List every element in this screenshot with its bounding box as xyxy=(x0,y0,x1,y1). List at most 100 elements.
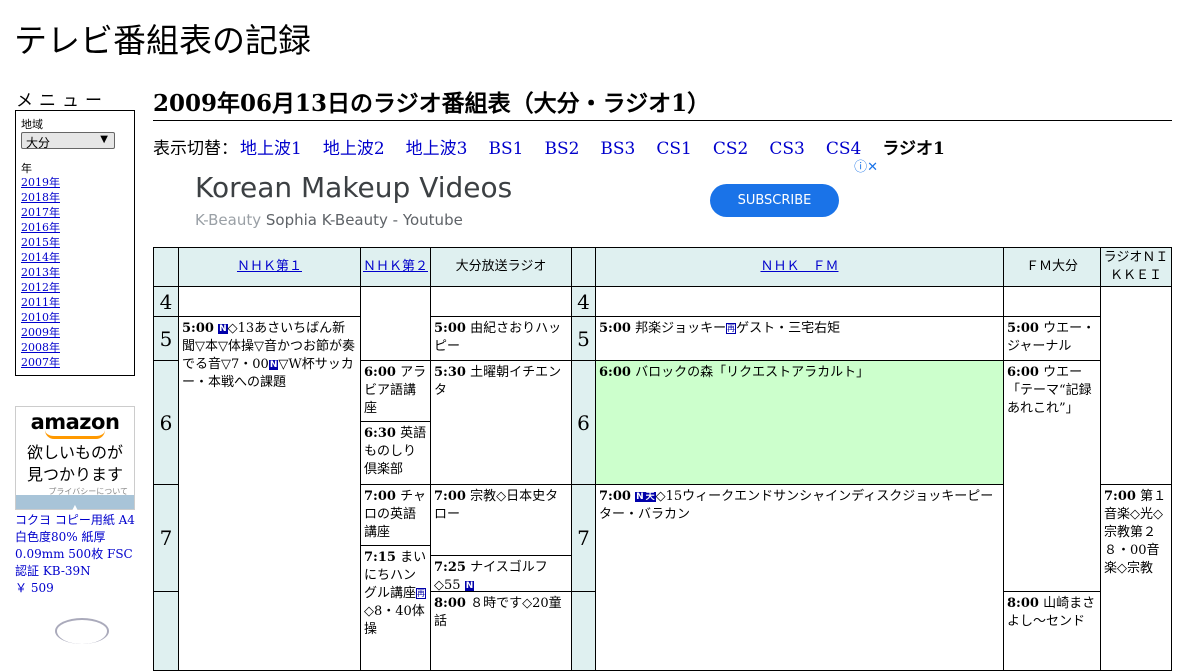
program-cell: 5:00 N◇13あさいちばん新聞▽本▽体操▽音かつお節が奏でる音▽7・00N▽… xyxy=(178,316,361,671)
program-empty xyxy=(1003,286,1101,317)
hour-cell: 5 xyxy=(571,316,596,361)
program-time: 7:25 xyxy=(434,560,466,575)
program-cell: 5:30 土曜朝イチエンタ xyxy=(430,360,572,485)
program-time: 5:00 xyxy=(434,321,466,336)
hour-cell: 7 xyxy=(153,484,179,592)
year-link[interactable]: 2014年 xyxy=(21,251,60,264)
region-value: 大分 xyxy=(26,136,51,150)
hour-cell: 6 xyxy=(153,360,179,485)
hour-cell: 4 xyxy=(153,286,179,317)
year-link[interactable]: 2011年 xyxy=(21,296,60,309)
amazon-tagline-2: 見つかります xyxy=(26,465,123,484)
news-badge-icon: N xyxy=(464,581,475,591)
region-select[interactable]: 大分 ▼ xyxy=(21,132,115,150)
year-link[interactable]: 2012年 xyxy=(21,281,60,294)
corner-cell xyxy=(571,247,596,287)
year-link[interactable]: 2008年 xyxy=(21,341,60,354)
program-cell: 7:15 まいにちハングル講座再◇8・40体操 xyxy=(360,545,431,671)
program-time: 7:15 xyxy=(364,550,396,565)
product-link[interactable]: コクヨ コピー用紙 A4 白色度80% 紙厚 0.09mm 500枚 FSC認証… xyxy=(15,512,139,597)
rerun-badge-icon: 再 xyxy=(726,323,737,334)
program-time: 8:00 xyxy=(1007,596,1039,611)
region-label: 地域 xyxy=(21,118,43,131)
chevron-up-icon: ▲ xyxy=(71,503,79,512)
year-link[interactable]: 2007年 xyxy=(21,356,60,369)
channel-link-nhkfm[interactable]: ＮＨＫ ＦＭ xyxy=(760,258,838,276)
year-list: 2019年 2018年 2017年 2016年 2015年 2014年 2013… xyxy=(21,175,60,370)
product-price: ￥ 509 xyxy=(15,581,54,595)
program-title: ◇15ウィークエンドサンシャインディスクジョッキーピーター・バラカン xyxy=(599,489,994,522)
weather-badge-icon: 天 xyxy=(644,492,656,502)
program-cell: 8:00 ８時です◇20童話 xyxy=(430,591,572,671)
program-cell: 6:00 ウエー「テーマ“記録あれこれ”」 xyxy=(1003,360,1101,592)
site-title: テレビ番組表の記録 xyxy=(14,21,311,60)
ad-banner[interactable]: Korean Makeup Videos K-Beauty Sophia K-B… xyxy=(153,155,881,245)
program-cell: 5:00 由紀さおりハッピー xyxy=(430,316,572,361)
menu-box: 地域 大分 ▼ 年 2019年 2018年 2017年 2016年 2015年 … xyxy=(15,110,135,376)
program-cell: 8:00 山崎まさよし～センド xyxy=(1003,591,1101,671)
program-time: 5:00 xyxy=(599,321,631,336)
year-link[interactable]: 2009年 xyxy=(21,326,60,339)
amazon-logo: amazon xyxy=(30,410,120,434)
program-time: 5:00 xyxy=(1007,321,1039,336)
hour-cell: 5 xyxy=(153,316,179,361)
channel-header-nhk1: ＮＨＫ第１ xyxy=(178,247,361,287)
program-time: 6:30 xyxy=(364,426,396,441)
news-badge-icon: N xyxy=(218,324,228,334)
program-title: ◇8・40体操 xyxy=(364,604,425,637)
year-link[interactable]: 2017年 xyxy=(21,206,60,219)
ad-subtitle-brand: K-Beauty xyxy=(195,211,262,229)
rerun-badge-icon: 再 xyxy=(416,588,427,599)
ad-info-close-icon[interactable]: ⓘ✕ xyxy=(854,156,878,175)
program-time: 6:00 xyxy=(599,365,631,380)
hour-cell xyxy=(153,591,179,671)
year-link[interactable]: 2018年 xyxy=(21,191,60,204)
channel-link-nhk2[interactable]: ＮＨＫ第２ xyxy=(363,258,428,276)
program-time: 7:00 xyxy=(434,489,466,504)
corner-cell xyxy=(153,247,179,287)
program-time: 5:00 xyxy=(182,321,214,336)
ad-subtitle: K-Beauty Sophia K-Beauty - Youtube xyxy=(195,211,463,229)
hour-cell: 4 xyxy=(571,286,596,317)
dropdown-arrow-icon: ▼ xyxy=(100,134,108,145)
year-label: 年 xyxy=(21,162,32,175)
year-link[interactable]: 2010年 xyxy=(21,311,60,324)
program-empty xyxy=(178,286,361,317)
year-link[interactable]: 2015年 xyxy=(21,236,60,249)
program-cell: 7:25 ナイスゴルフ◇55 N xyxy=(430,555,572,592)
menu-title: メニュー xyxy=(16,91,108,111)
program-cell: 7:00 N 天◇15ウィークエンドサンシャインディスクジョッキーピーター・バラカ… xyxy=(595,484,1004,671)
program-cell: 6:30 英語ものしり倶楽部 xyxy=(360,421,431,485)
program-time: 6:00 xyxy=(364,365,396,380)
switch-current: ラジオ1 xyxy=(882,139,945,159)
channel-header-fmoita: ＦＭ大分 xyxy=(1003,247,1101,287)
subscribe-button[interactable]: SUBSCRIBE xyxy=(710,184,839,217)
program-time: 8:00 xyxy=(434,596,466,611)
year-link[interactable]: 2019年 xyxy=(21,176,60,189)
page-title: 2009年06月13日のラジオ番組表（大分・ラジオ1） xyxy=(153,84,1172,121)
channel-header-nhk2: ＮＨＫ第２ xyxy=(360,247,431,287)
program-title: 邦楽ジョッキー xyxy=(635,321,727,336)
hour-cell xyxy=(571,591,596,671)
program-empty xyxy=(430,286,572,317)
year-link[interactable]: 2013年 xyxy=(21,266,60,279)
channel-link-nhk1[interactable]: ＮＨＫ第１ xyxy=(237,258,302,276)
amazon-ad[interactable]: amazon 欲しいものが 見つかります プライバシーについて ▲ xyxy=(15,406,135,512)
product-image[interactable] xyxy=(55,618,109,644)
ad-headline: Korean Makeup Videos xyxy=(195,171,513,204)
hour-cell: 6 xyxy=(571,360,596,485)
schedule-grid: ＮＨＫ第１ ＮＨＫ第２ 大分放送ラジオ ＮＨＫ ＦＭ ＦＭ大分 ラジオＮＩＫＫＥ… xyxy=(153,247,1172,671)
program-empty xyxy=(360,286,431,361)
program-cell: 5:00 ウエー・ジャーナル xyxy=(1003,316,1101,361)
program-cell: 7:00 チャロの英語講座 xyxy=(360,484,431,546)
program-time: 7:00 xyxy=(364,489,396,504)
program-cell: 5:00 邦楽ジョッキー再ゲスト・三宅右矩 xyxy=(595,316,1004,361)
program-time: 5:30 xyxy=(434,365,466,380)
news-badge-icon: N xyxy=(268,360,279,370)
year-link[interactable]: 2016年 xyxy=(21,221,60,234)
program-title: ゲスト・三宅右矩 xyxy=(736,321,841,336)
program-time: 7:00 xyxy=(599,489,631,504)
program-cell: 6:00 アラビア語講座 xyxy=(360,360,431,422)
program-cell: 7:00 宗教◇日本史タロー xyxy=(430,484,572,556)
channel-header-obs: 大分放送ラジオ xyxy=(430,247,572,287)
